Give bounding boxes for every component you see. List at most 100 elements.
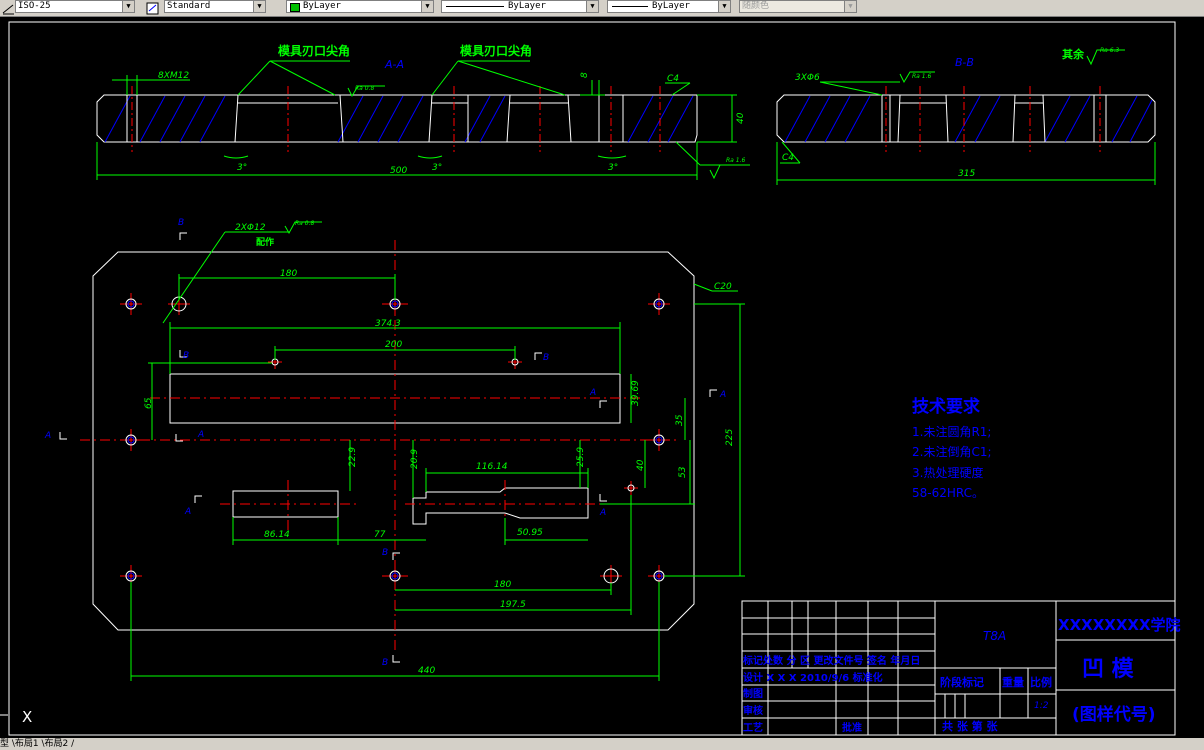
dim-65: 65 bbox=[144, 397, 154, 409]
drawing-code: (图样代号) bbox=[1072, 704, 1156, 725]
dim-22: 22.9 bbox=[348, 447, 358, 467]
section-aa-label: A-A bbox=[384, 58, 404, 71]
textstyle-value: Standard bbox=[167, 1, 211, 11]
annotation-mold-edge-right: 模具刃口尖角 bbox=[460, 43, 532, 58]
dim-8: 8 bbox=[580, 72, 590, 78]
dim-197: 197.5 bbox=[500, 600, 526, 610]
dim-86: 86.14 bbox=[264, 530, 290, 540]
dim-holes-2x: 2XΦ12 bbox=[235, 223, 266, 233]
roughness-63: Ra 6.3 bbox=[1100, 47, 1119, 54]
dimstyle-select[interactable]: ISO-25 ▼ bbox=[15, 0, 135, 13]
angle-2: 3° bbox=[432, 163, 442, 173]
dim-holes-8xm12: 8XM12 bbox=[158, 71, 189, 81]
scale-value: 1:2 bbox=[1034, 701, 1049, 711]
dim-25: 25.9 bbox=[576, 447, 586, 467]
dim-20: 20.9 bbox=[410, 449, 420, 469]
dim-200: 200 bbox=[385, 340, 402, 350]
dim-315: 315 bbox=[958, 169, 975, 179]
sheet-count: 共 张 第 张 bbox=[942, 719, 998, 733]
drawing-canvas[interactable]: 8XM12 500 40 8 C4 3° 3° 3° Ra 0.8 Ra 1.6… bbox=[0, 16, 1204, 738]
dim-77: 77 bbox=[374, 530, 386, 540]
roughness-16-b: Ra 1.6 bbox=[912, 73, 931, 80]
marker-b-5: B bbox=[382, 658, 388, 668]
layer-color-select[interactable]: ByLayer ▼ bbox=[286, 0, 434, 13]
chamfer-c4-top: C4 bbox=[667, 74, 679, 84]
roughness-08-b: Ra 0.8 bbox=[295, 220, 314, 227]
marker-a-2: A bbox=[197, 430, 204, 440]
part-name: 凹 模 bbox=[1082, 657, 1135, 682]
design-row: 设计 X X X 2010/9/6 标准化 bbox=[743, 671, 883, 684]
marker-a-5: A bbox=[184, 507, 191, 517]
plotstyle-select[interactable]: 随颜色 ▼ bbox=[739, 0, 857, 13]
textstyle-icon[interactable] bbox=[146, 0, 159, 15]
title-block: T8A XXXXXXXX学院 凹 模 (图样代号) 标记处数 分 区 更改文件号… bbox=[741, 600, 1181, 736]
ucs-icon: X bbox=[0, 708, 32, 726]
dim-53: 53 bbox=[678, 466, 688, 478]
tech-item-1: 1.未注圆角R1; bbox=[912, 424, 991, 439]
roughness-16-a: Ra 1.6 bbox=[726, 157, 745, 164]
chevron-down-icon[interactable]: ▼ bbox=[586, 1, 598, 12]
chevron-down-icon[interactable]: ▼ bbox=[122, 1, 134, 12]
dim-180-bottom: 180 bbox=[494, 580, 511, 590]
dim-374: 374.3 bbox=[375, 319, 401, 329]
tech-title: 技术要求 bbox=[912, 396, 980, 417]
draw-label: 制图 bbox=[743, 687, 763, 700]
lineweight-value: ByLayer bbox=[652, 1, 690, 11]
marker-a-1: A bbox=[44, 431, 51, 441]
check-label: 审核 bbox=[743, 704, 763, 717]
dim-holes-3x: 3XΦ6 bbox=[795, 73, 820, 83]
weight-label: 重量 bbox=[1002, 675, 1024, 689]
dimstyle-value: ISO-25 bbox=[18, 1, 51, 11]
marker-b-3: B bbox=[543, 353, 549, 363]
dim-40: 40 bbox=[736, 112, 746, 124]
layer-color-value: ByLayer bbox=[303, 1, 341, 11]
properties-toolbar: ISO-25 ▼ Standard ▼ ByLayer ▼ ByLayer ▼ … bbox=[0, 0, 1204, 17]
ucs-axis-label: X bbox=[22, 708, 32, 726]
dim-440: 440 bbox=[418, 666, 435, 676]
lineweight-select[interactable]: ByLayer ▼ bbox=[607, 0, 731, 13]
dim-180-top: 180 bbox=[280, 269, 297, 279]
line-sample-icon bbox=[446, 6, 504, 7]
dim-35: 35 bbox=[675, 414, 685, 426]
scale-label: 比例 bbox=[1030, 675, 1052, 689]
chevron-down-icon[interactable]: ▼ bbox=[253, 1, 265, 12]
approve-label: 批准 bbox=[842, 721, 862, 734]
dim-500: 500 bbox=[390, 166, 407, 176]
revision-header: 标记处数 分 区 更改文件号 签名 年月日 bbox=[742, 654, 920, 667]
marker-a-6: A bbox=[599, 508, 606, 518]
section-aa-view: 8XM12 500 40 8 C4 3° 3° 3° Ra 0.8 Ra 1.6… bbox=[96, 43, 750, 180]
plotstyle-value: 随颜色 bbox=[742, 1, 770, 11]
process-label: 工艺 bbox=[743, 721, 763, 734]
layout-tabs-bar: 型 \布局1 \布局2 / bbox=[0, 738, 1204, 750]
material: T8A bbox=[983, 629, 1006, 643]
marker-a-4: A bbox=[719, 390, 726, 400]
plan-view: B B B B B A A A A A A 180 374.3 200 65 3… bbox=[44, 218, 745, 681]
tech-item-4: 58-62HRC。 bbox=[912, 486, 984, 500]
chamfer-c4-left: C4 bbox=[782, 153, 794, 163]
dim-225: 225 bbox=[725, 429, 735, 446]
dim-40b: 40 bbox=[636, 459, 646, 471]
annotation-mold-edge-left: 模具刃口尖角 bbox=[278, 43, 350, 58]
dimstyle-icon[interactable] bbox=[2, 0, 15, 15]
dim-39: 39.69 bbox=[631, 380, 641, 406]
school-name: XXXXXXXX学院 bbox=[1058, 616, 1181, 634]
angle-1: 3° bbox=[237, 163, 247, 173]
line-sample-icon bbox=[612, 6, 648, 7]
chevron-down-icon[interactable]: ▼ bbox=[844, 1, 856, 12]
chevron-down-icon[interactable]: ▼ bbox=[421, 1, 433, 12]
color-swatch-icon bbox=[290, 3, 300, 12]
layout-tabs[interactable]: 型 \布局1 \布局2 / bbox=[0, 738, 74, 750]
marker-b-2: B bbox=[183, 351, 189, 361]
tech-item-2: 2.未注倒角C1; bbox=[912, 444, 992, 459]
tech-item-3: 3.热处理硬度 bbox=[912, 465, 983, 480]
dim-50: 50.95 bbox=[517, 528, 543, 538]
textstyle-select[interactable]: Standard ▼ bbox=[164, 0, 266, 13]
linetype-value: ByLayer bbox=[508, 1, 546, 11]
chevron-down-icon[interactable]: ▼ bbox=[718, 1, 730, 12]
section-bb-label: B-B bbox=[955, 56, 974, 69]
marker-a-3: A bbox=[589, 388, 596, 398]
marker-b-1: B bbox=[178, 218, 184, 228]
linetype-select[interactable]: ByLayer ▼ bbox=[441, 0, 599, 13]
chamfer-c20: C20 bbox=[714, 282, 732, 292]
angle-3: 3° bbox=[608, 163, 618, 173]
